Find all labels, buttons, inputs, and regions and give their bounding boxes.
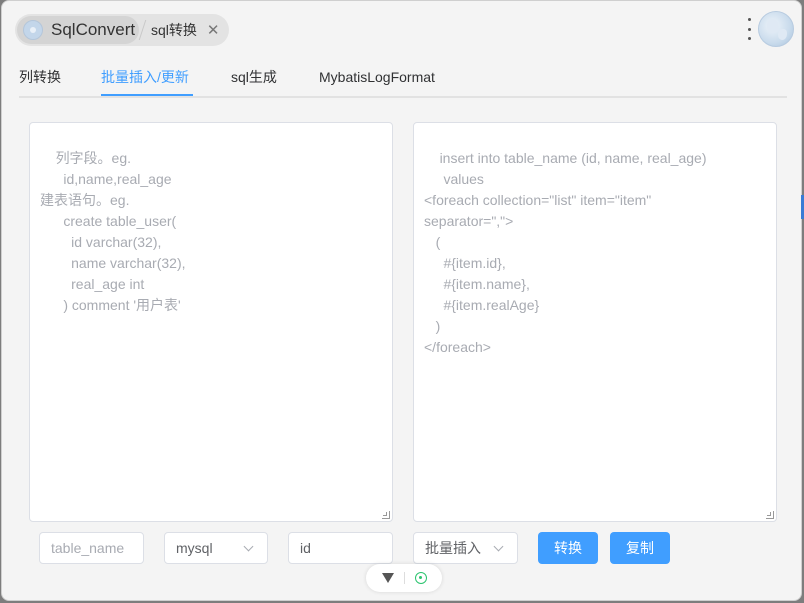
source-placeholder: 列字段。eg. id,name,real_age 建表语句。eg. create… <box>40 150 186 313</box>
resize-handle-icon[interactable] <box>382 511 390 519</box>
breadcrumb-separator <box>138 20 147 40</box>
chevron-down-icon <box>243 541 254 551</box>
tab-sql-generate[interactable]: sql生成 <box>231 65 277 96</box>
app-name: SqlConvert <box>51 20 136 39</box>
table-name-input[interactable] <box>51 540 132 556</box>
id-field-input[interactable] <box>300 540 381 556</box>
tab-column-convert[interactable]: 列转换 <box>19 65 61 96</box>
mode-value: 批量插入 <box>425 540 481 556</box>
collapse-arrow-icon[interactable] <box>381 573 394 583</box>
more-menu-icon[interactable] <box>746 18 752 40</box>
mode-select[interactable]: 批量插入 <box>413 532 518 564</box>
result-placeholder: insert into table_name (id, name, real_a… <box>424 150 707 355</box>
copy-button[interactable]: 复制 <box>610 532 670 564</box>
id-field[interactable] <box>288 532 393 564</box>
app-logo-icon <box>23 20 43 40</box>
close-icon[interactable]: ✕ <box>207 21 220 39</box>
plugin-breadcrumb: SqlConvert sql转换 ✕ <box>15 14 229 46</box>
app-chip[interactable]: SqlConvert <box>17 16 139 44</box>
active-tab-indicator <box>101 94 193 96</box>
floating-toolbar <box>366 564 442 592</box>
db-type-select[interactable]: mysql <box>164 532 268 564</box>
globe-icon[interactable] <box>758 11 794 47</box>
resize-handle-icon[interactable] <box>766 511 774 519</box>
target-icon[interactable] <box>414 572 427 584</box>
sub-title: sql转换 <box>151 22 197 38</box>
tab-mybatis-log-format[interactable]: MybatisLogFormat <box>319 65 435 96</box>
sub-title-chip: sql转换 ✕ <box>151 14 219 46</box>
toolbar-divider <box>403 572 405 584</box>
tab-bar: 列转换 批量插入/更新 sql生成 MybatisLogFormat <box>19 65 787 98</box>
tab-batch-insert-update[interactable]: 批量插入/更新 <box>101 65 189 96</box>
source-textarea[interactable]: 列字段。eg. id,name,real_age 建表语句。eg. create… <box>29 122 393 522</box>
convert-button[interactable]: 转换 <box>538 532 598 564</box>
result-textarea[interactable]: insert into table_name (id, name, real_a… <box>413 122 777 522</box>
app-window: SqlConvert sql转换 ✕ 列转换 批量插入/更新 sql生成 Myb… <box>1 0 802 601</box>
table-name-field[interactable] <box>39 532 144 564</box>
title-bar: SqlConvert sql转换 ✕ <box>2 1 801 59</box>
db-type-value: mysql <box>176 540 213 556</box>
chevron-down-icon <box>493 541 504 551</box>
